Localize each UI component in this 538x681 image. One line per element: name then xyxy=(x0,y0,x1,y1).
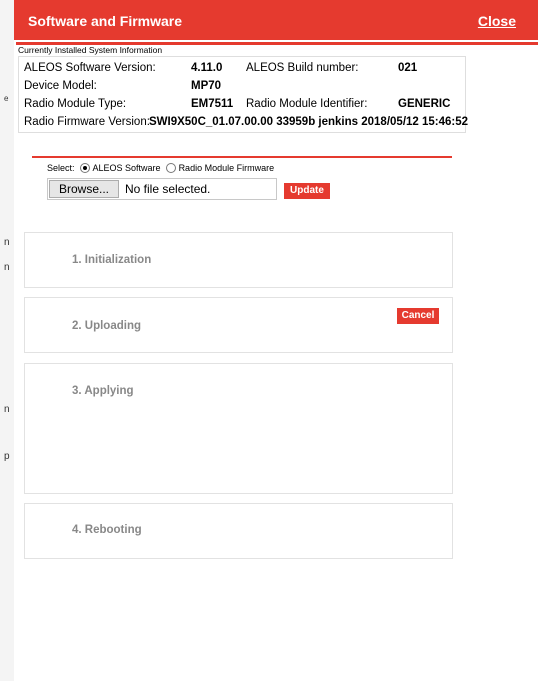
radio-module-id-label: Radio Module Identifier: xyxy=(246,98,368,110)
system-info-table: ALEOS Software Version: 4.11.0 ALEOS Bui… xyxy=(18,56,469,133)
dialog-title: Software and Firmware xyxy=(28,13,183,29)
step-label: 1. Initialization xyxy=(72,254,152,266)
cancel-button[interactable]: Cancel xyxy=(397,308,439,324)
radio-module-type-value: EM7511 xyxy=(191,98,234,110)
aleos-software-option-label[interactable]: ALEOS Software xyxy=(93,163,161,173)
select-label: Select: xyxy=(47,163,75,173)
background-text-fragment: n xyxy=(4,262,10,273)
step-label: 3. Applying xyxy=(72,385,134,397)
software-version-label: ALEOS Software Version: xyxy=(24,62,156,74)
dialog-titlebar: Software and Firmware Close xyxy=(14,0,538,40)
build-number-label: ALEOS Build number: xyxy=(246,62,359,74)
file-input[interactable]: Browse... No file selected. xyxy=(47,178,277,200)
device-model-label: Device Model: xyxy=(24,80,97,92)
background-text-fragment: n xyxy=(4,404,10,415)
step-label: 2. Uploading xyxy=(72,320,141,332)
software-version-value: 4.11.0 xyxy=(191,62,223,74)
step-uploading: 2. Uploading xyxy=(24,297,453,353)
device-model-value: MP70 xyxy=(191,80,222,92)
radio-module-id-value: GENERIC xyxy=(398,98,451,110)
system-info-caption: Currently Installed System Information xyxy=(18,45,163,55)
step-applying: 3. Applying xyxy=(24,363,453,494)
background-text-fragment: p xyxy=(4,451,10,462)
background-page-edge: n n e n p xyxy=(0,0,15,681)
update-button[interactable]: Update xyxy=(284,183,330,199)
software-firmware-dialog: Software and Firmware Close Currently In… xyxy=(14,0,538,681)
browse-button[interactable]: Browse... xyxy=(49,180,119,198)
radio-firmware-label: Radio Firmware Version: xyxy=(24,116,150,128)
step-label: 4. Rebooting xyxy=(72,524,142,536)
background-text-fragment: e xyxy=(4,94,9,103)
update-type-selector: Select: ALEOS Software Radio Module Firm… xyxy=(47,163,274,173)
step-rebooting: 4. Rebooting xyxy=(24,503,453,559)
radio-module-firmware-radio[interactable] xyxy=(165,163,176,173)
background-text-fragment: n xyxy=(4,237,10,248)
close-link[interactable]: Close xyxy=(478,13,516,29)
radio-module-type-label: Radio Module Type: xyxy=(24,98,127,110)
build-number-value: 021 xyxy=(398,62,418,74)
radio-module-firmware-option-label[interactable]: Radio Module Firmware xyxy=(179,163,275,173)
section-divider xyxy=(32,156,452,158)
radio-firmware-value: SWI9X50C_01.07.00.00 33959b jenkins 2018… xyxy=(149,116,469,128)
file-status: No file selected. xyxy=(125,182,211,196)
aleos-software-radio[interactable] xyxy=(79,163,90,173)
step-initialization: 1. Initialization xyxy=(24,232,453,288)
